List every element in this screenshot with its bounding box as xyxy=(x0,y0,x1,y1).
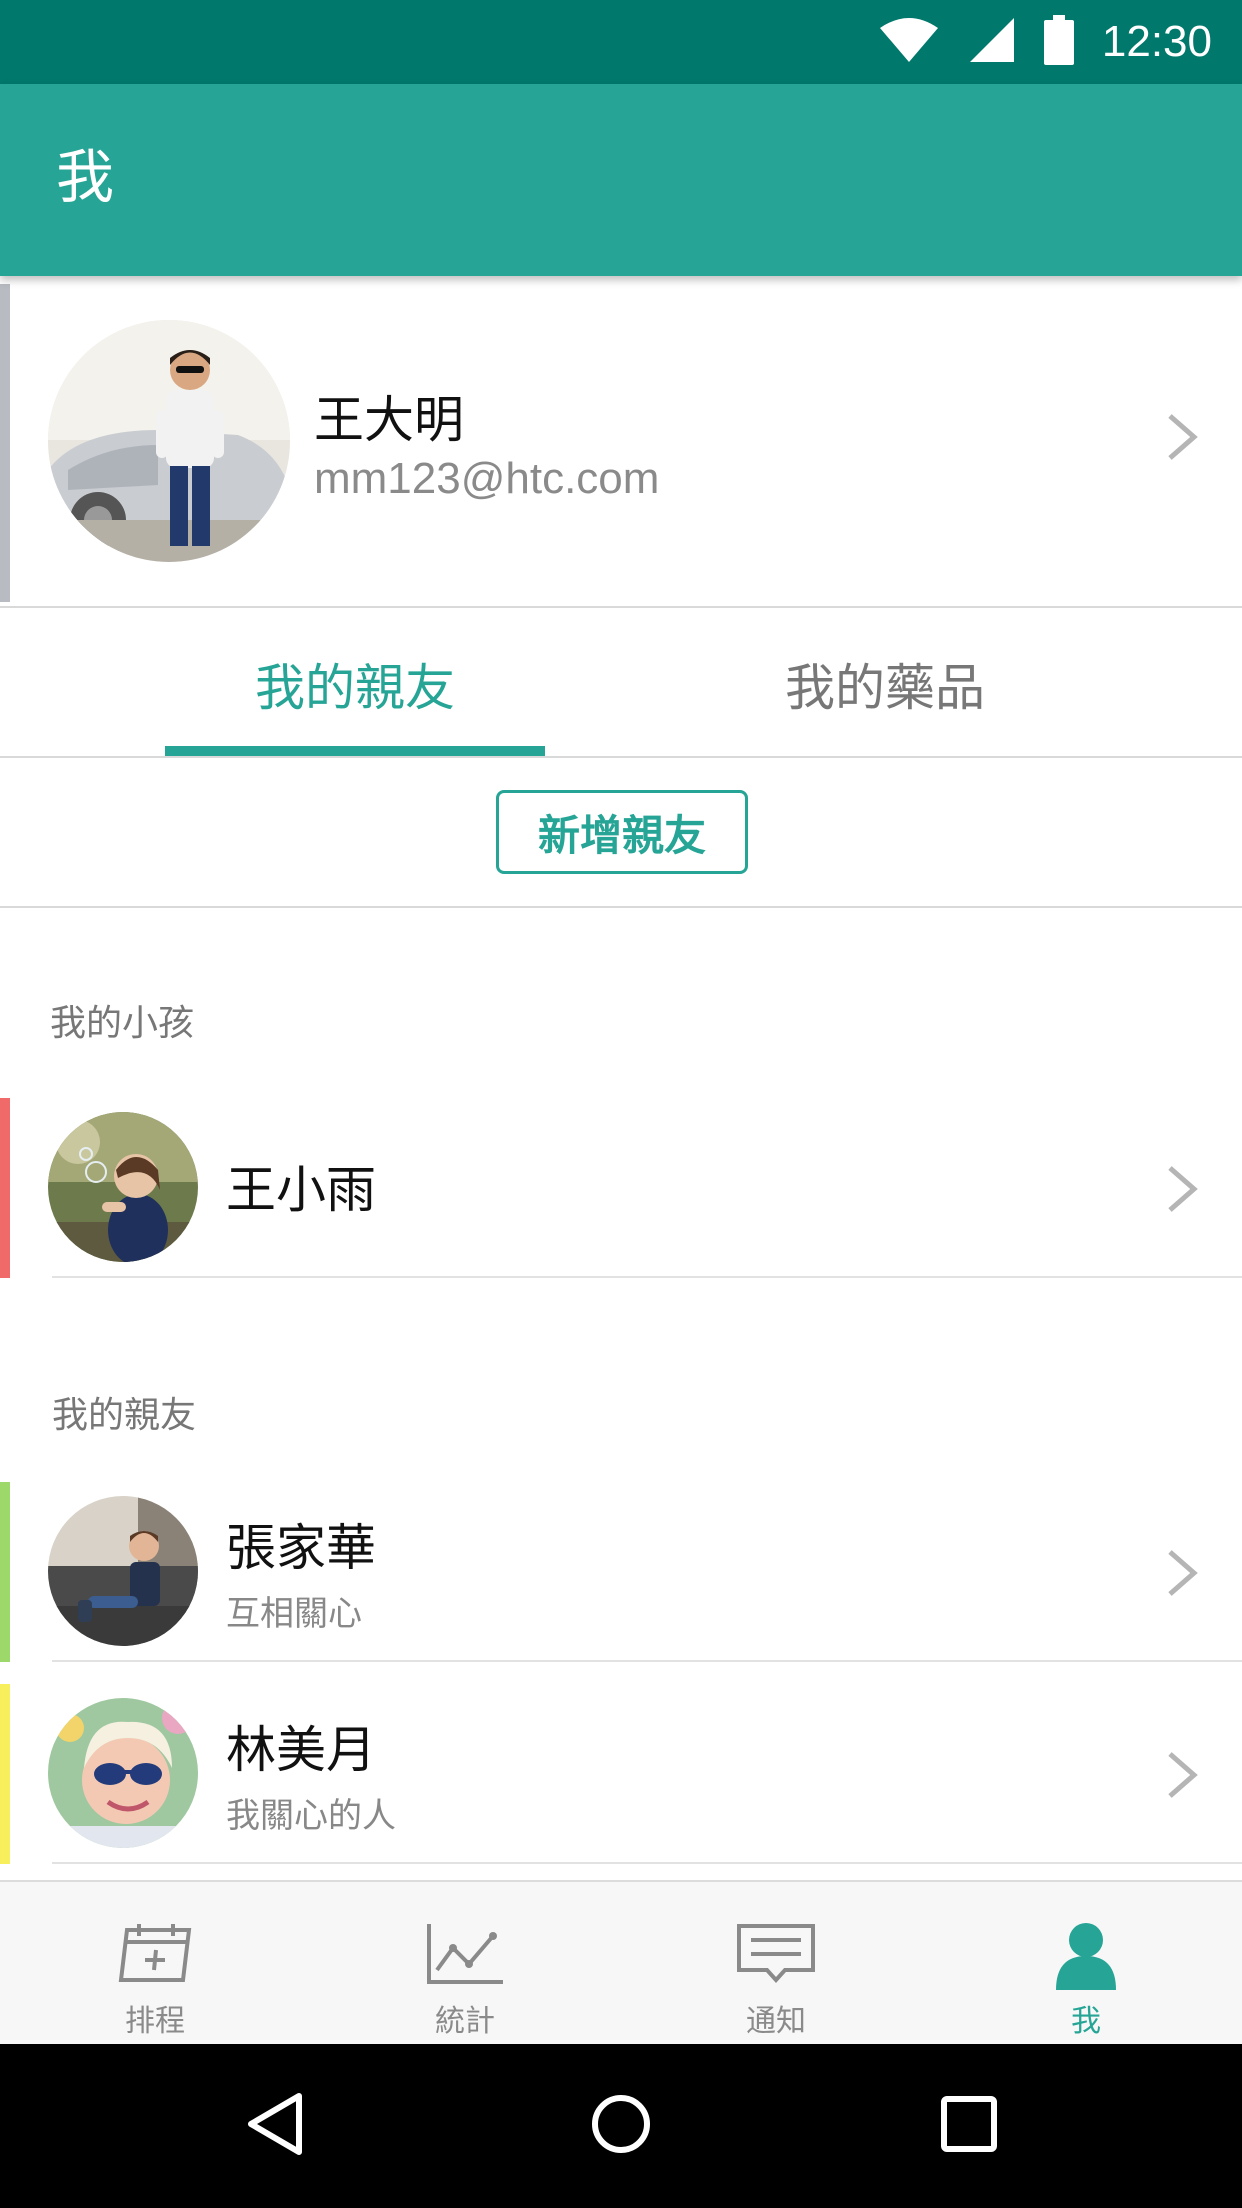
back-icon xyxy=(245,2092,305,2160)
nav-label: 我 xyxy=(1071,2004,1101,2039)
bottom-navigation: 排程 統計 通知 我 xyxy=(0,1880,1242,2044)
list-item-child[interactable]: 王小雨 xyxy=(0,1098,1242,1278)
nav-item-me[interactable]: 我 xyxy=(931,1882,1241,2046)
list-item-friend[interactable]: 林美月 我關心的人 xyxy=(0,1684,1242,1864)
profile-email: mm123@htc.com xyxy=(314,454,660,503)
list-item-name: 張家華 xyxy=(226,1519,376,1577)
item-accent-bar xyxy=(0,1482,10,1662)
chevron-right-icon xyxy=(1162,1750,1202,1800)
profile-accent-bar xyxy=(0,284,10,602)
add-friend-button[interactable]: 新增親友 xyxy=(496,790,748,874)
list-item-name: 林美月 xyxy=(226,1721,376,1779)
nav-label: 通知 xyxy=(746,2004,806,2039)
battery-icon xyxy=(1043,15,1074,69)
list-item-friend[interactable]: 張家華 互相關心 xyxy=(0,1482,1242,1662)
profile-card[interactable]: 王大明 mm123@htc.com xyxy=(0,284,1242,608)
tab-bar: 我的親友 我的藥品 xyxy=(0,610,1242,758)
wifi-icon xyxy=(878,16,940,68)
tab-my-family[interactable]: 我的親友 xyxy=(165,610,545,758)
avatar xyxy=(48,1112,198,1262)
home-icon xyxy=(591,2094,651,2158)
list-item-subtitle: 互相關心 xyxy=(226,1594,362,1634)
page-title: 我 xyxy=(56,143,115,211)
nav-item-statistics[interactable]: 統計 xyxy=(310,1882,620,2046)
item-accent-bar xyxy=(0,1098,10,1278)
list-item-subtitle: 我關心的人 xyxy=(226,1796,396,1836)
home-button[interactable] xyxy=(541,2044,701,2208)
recents-button[interactable] xyxy=(889,2044,1049,2208)
tab-indicator xyxy=(165,746,545,756)
chevron-right-icon xyxy=(1162,412,1202,462)
app-bar: 我 xyxy=(0,84,1242,276)
back-button[interactable] xyxy=(195,2044,355,2208)
avatar xyxy=(48,1698,198,1848)
nav-label: 統計 xyxy=(435,2004,495,2039)
profile-name: 王大明 xyxy=(314,391,464,449)
system-navigation-bar xyxy=(0,2044,1242,2208)
message-icon xyxy=(735,1922,817,1990)
avatar xyxy=(48,1496,198,1646)
recents-icon xyxy=(941,2096,997,2156)
list-item-name: 王小雨 xyxy=(226,1161,376,1219)
nav-item-notifications[interactable]: 通知 xyxy=(621,1882,931,2046)
status-icons: 12:30 xyxy=(878,0,1212,84)
section-label-friends: 我的親友 xyxy=(52,1395,197,1436)
section-label-children: 我的小孩 xyxy=(50,1003,195,1044)
calendar-add-icon xyxy=(115,1922,195,1990)
chevron-right-icon xyxy=(1162,1164,1202,1214)
cellular-signal-icon xyxy=(968,16,1016,68)
status-time: 12:30 xyxy=(1101,17,1212,66)
avatar xyxy=(48,320,290,562)
person-icon xyxy=(1054,1922,1118,1994)
status-bar: 12:30 xyxy=(0,0,1242,84)
tab-my-medicines[interactable]: 我的藥品 xyxy=(695,610,1075,758)
line-chart-icon xyxy=(425,1922,505,1990)
nav-item-schedule[interactable]: 排程 xyxy=(0,1882,310,2046)
divider xyxy=(52,1660,1242,1662)
chevron-right-icon xyxy=(1162,1548,1202,1598)
nav-label: 排程 xyxy=(125,2004,185,2039)
divider xyxy=(52,1862,1242,1864)
add-friend-row: 新增親友 xyxy=(0,758,1242,908)
divider xyxy=(52,1276,1242,1278)
item-accent-bar xyxy=(0,1684,10,1864)
